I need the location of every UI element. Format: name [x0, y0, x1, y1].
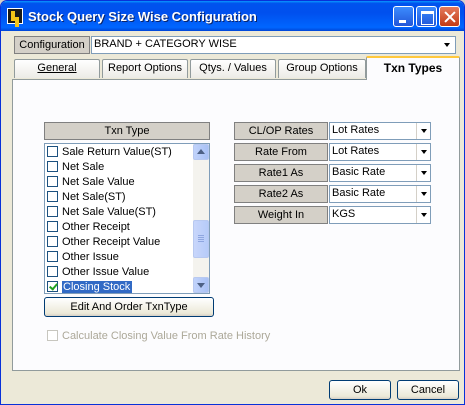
- checkbox[interactable]: [47, 221, 58, 232]
- chevron-down-icon[interactable]: [416, 186, 430, 202]
- dropdown-value: Lot Rates: [332, 124, 380, 136]
- list-item[interactable]: Other Issue Value: [47, 265, 192, 280]
- checkbox[interactable]: [47, 266, 58, 277]
- scroll-down-icon[interactable]: [193, 277, 209, 293]
- checkbox[interactable]: [47, 236, 58, 247]
- rate-from-dropdown[interactable]: Lot Rates: [329, 143, 431, 161]
- list-item-label: Net Sale Value(ST): [62, 206, 156, 218]
- minimize-icon[interactable]: [393, 6, 414, 27]
- checkbox[interactable]: [47, 191, 58, 202]
- weight-in-dropdown[interactable]: KGS: [329, 206, 431, 224]
- list-item-label: Net Sale: [62, 161, 105, 173]
- scroll-up-icon[interactable]: [193, 144, 209, 160]
- list-item-label: Sale Return Value(ST): [62, 146, 172, 158]
- chevron-down-icon[interactable]: [416, 165, 430, 181]
- list-item-label: Other Receipt: [62, 221, 130, 233]
- tab-group-options[interactable]: Group Options: [278, 59, 366, 78]
- txn-type-header: Txn Type: [44, 122, 210, 140]
- maximize-icon[interactable]: [416, 6, 437, 27]
- list-item[interactable]: Net Sale Value(ST): [47, 205, 192, 220]
- calculate-closing-value-checkbox: Calculate Closing Value From Rate Histor…: [47, 330, 270, 342]
- checkbox-checked[interactable]: [47, 281, 58, 292]
- edit-order-txntype-button[interactable]: Edit And Order TxnType: [44, 297, 214, 317]
- dropdown-value: Basic Rate: [332, 187, 386, 199]
- tab-label: General: [37, 62, 77, 74]
- checkbox[interactable]: [47, 161, 58, 172]
- tab-report-options[interactable]: Report Options: [102, 59, 188, 78]
- list-item-label: Net Sale Value: [62, 176, 135, 188]
- list-item-label: Other Receipt Value: [62, 236, 161, 248]
- dropdown-value: KGS: [332, 208, 356, 220]
- list-item[interactable]: Net Sale(ST): [47, 190, 192, 205]
- list-item-label: Other Issue Value: [62, 266, 150, 278]
- rate-from-label: Rate From: [234, 143, 328, 161]
- list-item-label: Closing Stock: [62, 281, 133, 293]
- list-item[interactable]: Other Issue: [47, 250, 192, 265]
- checkbox: [47, 330, 58, 341]
- tab-general[interactable]: General: [14, 59, 100, 78]
- rate1-as-label: Rate1 As: [234, 164, 328, 182]
- title-bar[interactable]: Stock Query Size Wise Configuration: [1, 1, 464, 31]
- checkbox[interactable]: [47, 146, 58, 157]
- ok-button[interactable]: Ok: [329, 380, 391, 400]
- rate1-as-dropdown[interactable]: Basic Rate: [329, 164, 431, 182]
- config-window: Stock Query Size Wise Configuration Conf…: [0, 0, 465, 405]
- chevron-down-icon[interactable]: [416, 123, 430, 139]
- list-item[interactable]: Net Sale: [47, 160, 192, 175]
- list-item-selected[interactable]: Closing Stock: [47, 280, 192, 293]
- list-item[interactable]: Other Receipt: [47, 220, 192, 235]
- checkbox[interactable]: [47, 176, 58, 187]
- window-title: Stock Query Size Wise Configuration: [28, 9, 257, 24]
- app-icon: [7, 8, 23, 24]
- list-item[interactable]: Net Sale Value: [47, 175, 192, 190]
- cancel-button[interactable]: Cancel: [397, 380, 459, 400]
- chevron-down-icon[interactable]: [440, 37, 455, 53]
- rate2-as-label: Rate2 As: [234, 185, 328, 203]
- cl-op-rates-label: CL/OP Rates: [234, 122, 328, 140]
- list-item[interactable]: Other Receipt Value: [47, 235, 192, 250]
- rate2-as-dropdown[interactable]: Basic Rate: [329, 185, 431, 203]
- configuration-label: Configuration: [14, 36, 90, 54]
- close-icon[interactable]: [439, 6, 460, 27]
- tab-qtys-values[interactable]: Qtys. / Values: [190, 59, 276, 78]
- chevron-down-icon[interactable]: [416, 144, 430, 160]
- configuration-dropdown[interactable]: BRAND + CATEGORY WISE: [91, 36, 456, 54]
- checkbox[interactable]: [47, 251, 58, 262]
- checkbox-label: Calculate Closing Value From Rate Histor…: [62, 330, 271, 342]
- configuration-value: BRAND + CATEGORY WISE: [94, 38, 237, 50]
- list-item-label: Net Sale(ST): [62, 191, 126, 203]
- txn-type-list[interactable]: Sale Return Value(ST) Net Sale Net Sale …: [44, 143, 210, 294]
- tab-txn-types[interactable]: Txn Types: [366, 56, 460, 80]
- checkbox[interactable]: [47, 206, 58, 217]
- list-scrollbar[interactable]: [193, 144, 209, 293]
- cl-op-rates-dropdown[interactable]: Lot Rates: [329, 122, 431, 140]
- chevron-down-icon[interactable]: [416, 207, 430, 223]
- weight-in-label: Weight In: [234, 206, 328, 224]
- list-item[interactable]: Sale Return Value(ST): [47, 145, 192, 160]
- scroll-thumb[interactable]: [193, 220, 209, 258]
- dropdown-value: Basic Rate: [332, 166, 386, 178]
- list-item-label: Other Issue: [62, 251, 119, 263]
- dropdown-value: Lot Rates: [332, 145, 380, 157]
